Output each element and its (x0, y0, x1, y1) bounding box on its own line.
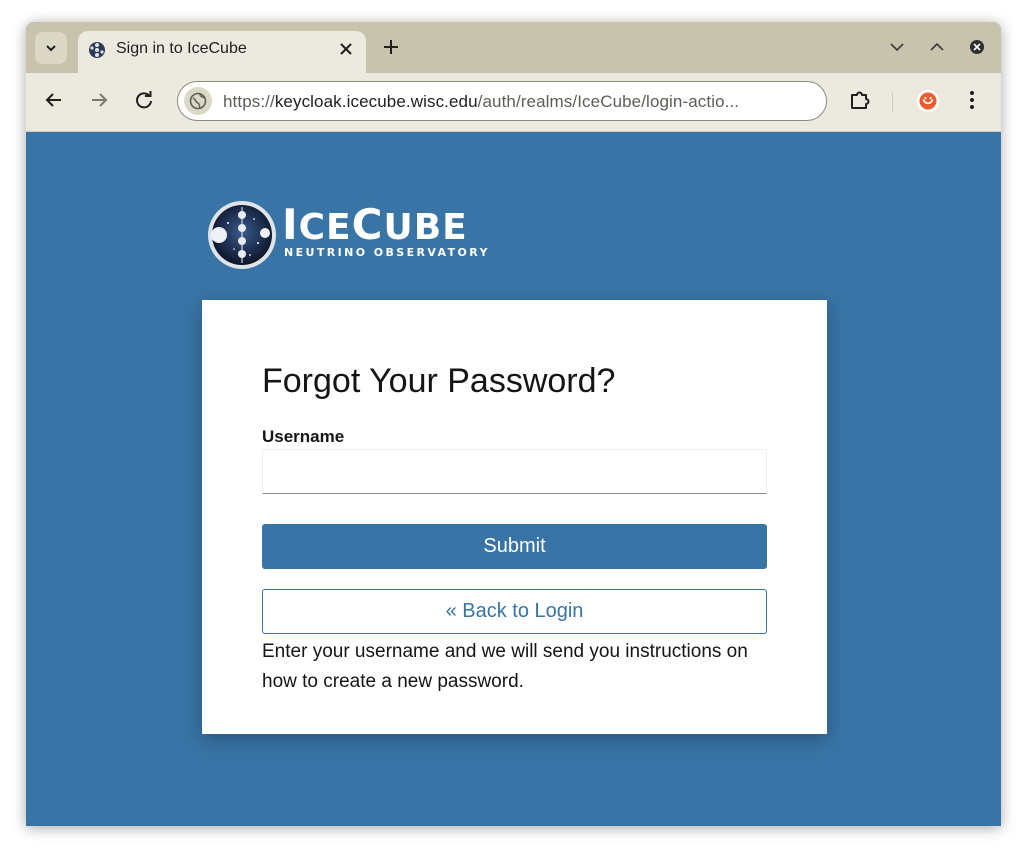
browser-window: Sign in to IceCube https://keycloak.icec… (26, 22, 1001, 826)
arrow-left-icon (45, 93, 61, 107)
address-bar[interactable]: https://keycloak.icecube.wisc.edu/auth/r… (177, 81, 827, 121)
forgot-password-card: Forgot Your Password? Username Submit « … (202, 300, 827, 734)
maximize-button[interactable] (927, 37, 947, 57)
chevron-down-icon (46, 45, 56, 52)
chevron-up-icon (930, 42, 944, 51)
browser-menu-button[interactable] (960, 88, 984, 112)
tab-search-button[interactable] (35, 32, 67, 64)
globe-icon (189, 92, 207, 110)
avatar-icon (915, 88, 941, 114)
url-host: keycloak.icecube.wisc.edu (274, 92, 478, 111)
close-circle-icon (970, 40, 984, 54)
logo-letter-c: C (351, 200, 384, 249)
chevron-down-icon (890, 43, 904, 52)
logo-wordmark: ICECUBE (282, 204, 468, 248)
minimize-button[interactable] (887, 37, 907, 57)
browser-toolbar: https://keycloak.icecube.wisc.edu/auth/r… (26, 73, 1001, 132)
logo-letters-ce: CE (298, 207, 352, 248)
new-tab-button[interactable] (380, 36, 402, 58)
close-icon (340, 43, 352, 55)
username-label: Username (262, 427, 345, 446)
arrow-right-icon (92, 93, 108, 107)
icecube-logo: ICECUBE Neutrino Observatory (206, 199, 487, 271)
page-title: Forgot Your Password? (262, 362, 616, 400)
submit-button[interactable]: Submit (262, 524, 767, 569)
site-info-button[interactable] (184, 87, 212, 115)
tab-title: Sign in to IceCube (116, 40, 247, 57)
url-scheme: https:// (223, 92, 275, 111)
active-tab[interactable]: Sign in to IceCube (78, 31, 366, 73)
username-input[interactable] (262, 449, 767, 494)
extensions-button[interactable] (848, 88, 872, 112)
url-text: https://keycloak.icecube.wisc.edu/auth/r… (223, 92, 739, 112)
logo-subtitle: Neutrino Observatory (284, 246, 490, 259)
plus-icon (384, 40, 398, 54)
puzzle-icon (851, 91, 870, 109)
profile-button[interactable] (914, 87, 942, 115)
instructions-text: Enter your username and we will send you… (262, 641, 748, 692)
reload-icon (136, 91, 152, 109)
url-path: /auth/realms/IceCube/login-actio... (477, 92, 740, 111)
tab-close-button[interactable] (336, 39, 356, 59)
icecube-emblem-icon (208, 201, 276, 269)
tab-strip: Sign in to IceCube (26, 22, 1001, 73)
kebab-menu-icon (970, 91, 974, 109)
forward-button[interactable] (87, 88, 111, 112)
back-button[interactable] (42, 88, 66, 112)
logo-letters-ube: UBE (383, 207, 468, 248)
back-to-login-button[interactable]: « Back to Login (262, 589, 767, 634)
logo-letter-i: I (282, 200, 299, 249)
page-content: ICECUBE Neutrino Observatory Forgot Your… (26, 132, 1001, 826)
window-close-button[interactable] (967, 37, 987, 57)
reload-button[interactable] (132, 88, 156, 112)
icecube-favicon-icon (89, 42, 105, 58)
toolbar-divider (892, 92, 893, 112)
